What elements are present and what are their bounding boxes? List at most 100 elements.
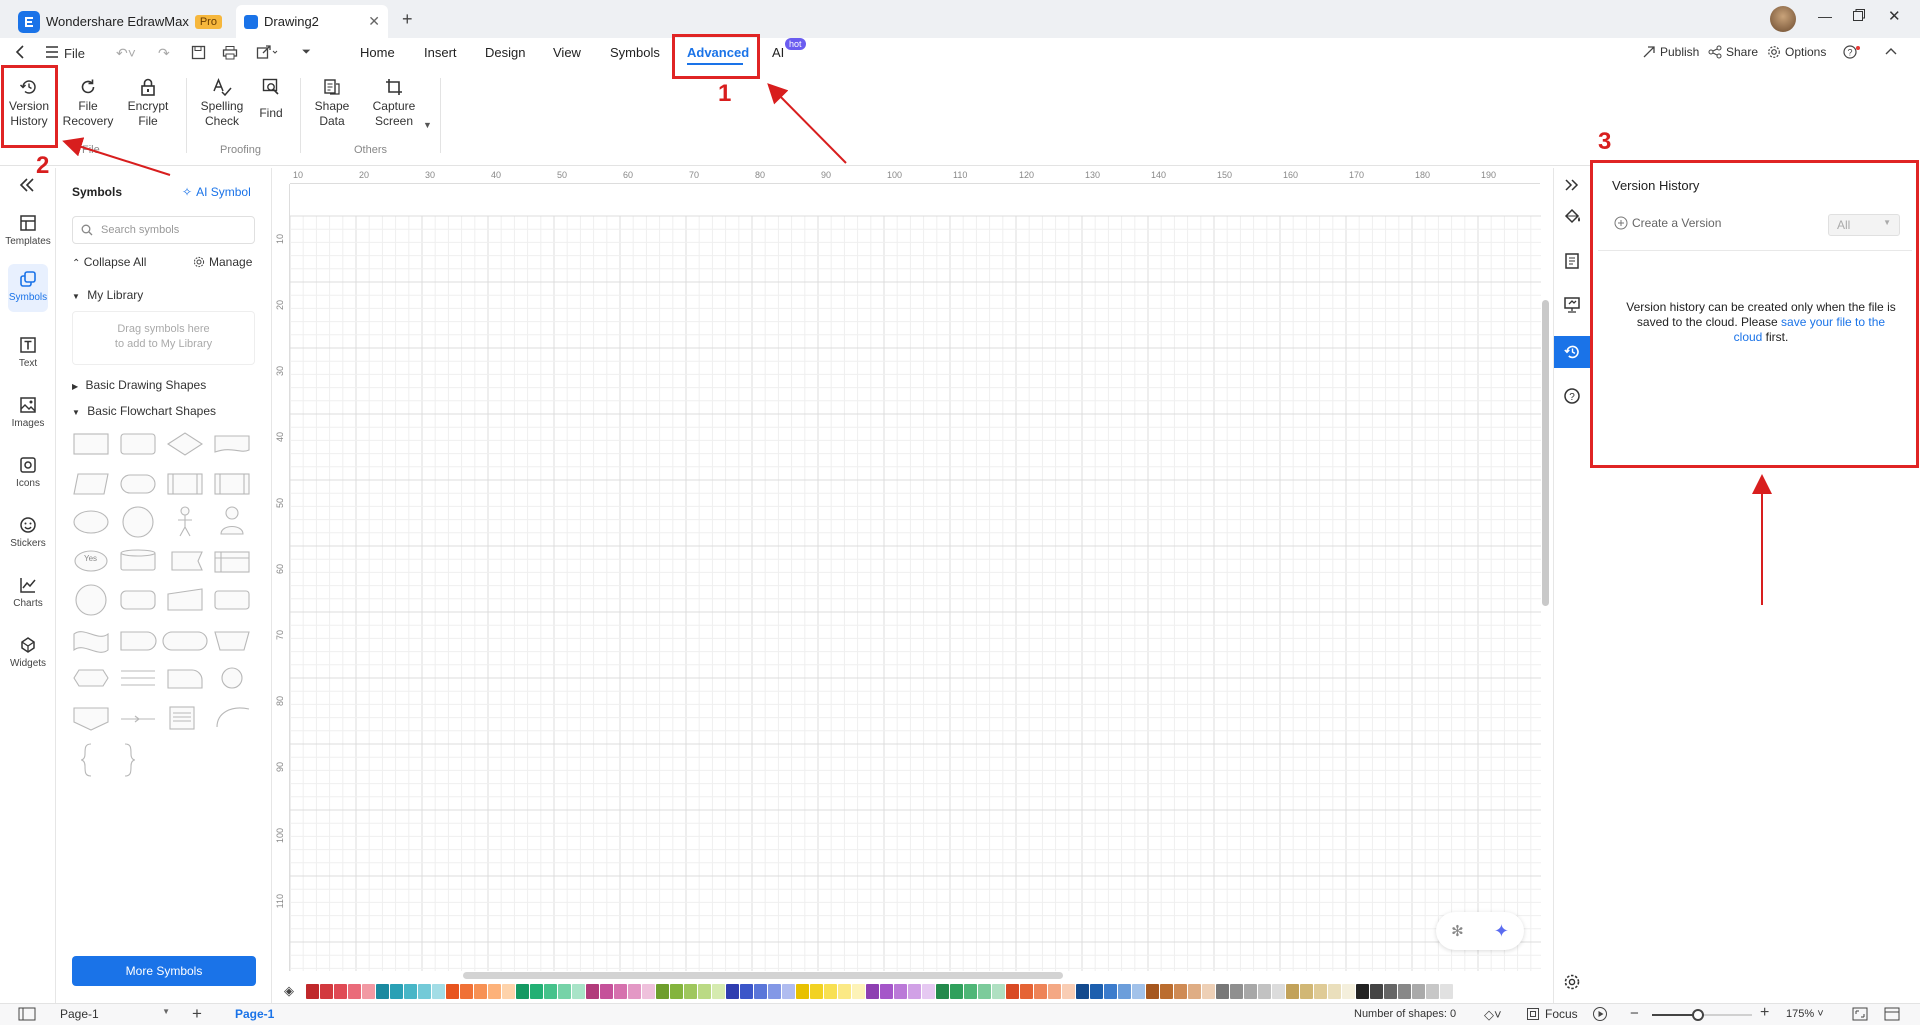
zoom-slider-thumb[interactable]: [1692, 1009, 1704, 1021]
color-swatch[interactable]: [838, 983, 851, 999]
expand-panel-icon[interactable]: [1565, 179, 1579, 191]
color-swatch[interactable]: [1412, 983, 1425, 999]
color-swatch[interactable]: [782, 983, 795, 999]
save-icon[interactable]: [191, 45, 206, 60]
more-dropdown-icon[interactable]: ⏷: [302, 46, 311, 59]
color-swatch[interactable]: [446, 983, 459, 999]
color-swatch[interactable]: [1076, 983, 1089, 999]
color-swatch[interactable]: [1188, 983, 1201, 999]
drawing-canvas[interactable]: [273, 168, 1541, 971]
publish-button[interactable]: Publish: [1642, 45, 1699, 59]
color-swatch[interactable]: [1048, 983, 1061, 999]
color-swatch[interactable]: [1174, 983, 1187, 999]
color-swatch[interactable]: [572, 983, 585, 999]
color-swatch[interactable]: [432, 983, 445, 999]
hamburger-icon[interactable]: [45, 46, 59, 58]
color-swatch[interactable]: [1286, 983, 1299, 999]
color-swatch[interactable]: [516, 983, 529, 999]
version-filter-select[interactable]: All ▼: [1828, 214, 1900, 236]
layers-icon[interactable]: ◇˅: [1484, 1007, 1502, 1023]
manage-button[interactable]: Manage: [193, 255, 252, 269]
color-swatch[interactable]: [754, 983, 767, 999]
flowchart-shapes-icon[interactable]: [69, 422, 265, 792]
basic-drawing-shapes-section[interactable]: ▶ Basic Drawing Shapes: [72, 378, 206, 392]
file-menu[interactable]: File: [64, 46, 85, 61]
color-swatch[interactable]: [418, 983, 431, 999]
color-swatch[interactable]: [656, 983, 669, 999]
tab-symbols[interactable]: Symbols: [610, 38, 660, 68]
color-swatch[interactable]: [1356, 983, 1369, 999]
sidebar-item-widgets[interactable]: Widgets: [0, 636, 56, 669]
color-swatch[interactable]: [334, 983, 347, 999]
color-swatch[interactable]: [964, 983, 977, 999]
color-swatch[interactable]: [530, 983, 543, 999]
color-swatch[interactable]: [404, 983, 417, 999]
page-properties-icon[interactable]: [1563, 252, 1581, 270]
fill-icon[interactable]: [1563, 208, 1581, 226]
color-swatch[interactable]: [614, 983, 627, 999]
color-swatch[interactable]: [488, 983, 501, 999]
close-window-icon[interactable]: ✕: [1888, 7, 1901, 25]
color-swatch[interactable]: [1062, 983, 1075, 999]
restore-icon[interactable]: [1852, 8, 1866, 22]
color-swatch[interactable]: [1230, 983, 1243, 999]
page-layout-icon[interactable]: [18, 1007, 36, 1021]
help-circle-icon[interactable]: ?: [1563, 387, 1581, 405]
color-swatch[interactable]: [628, 983, 641, 999]
sidebar-item-symbols[interactable]: Symbols: [0, 264, 56, 312]
color-swatch[interactable]: [740, 983, 753, 999]
file-recovery-button[interactable]: File Recovery: [63, 78, 113, 129]
capture-screen-button[interactable]: Capture Screen: [370, 78, 418, 129]
color-swatch[interactable]: [1104, 983, 1117, 999]
color-swatch[interactable]: [460, 983, 473, 999]
loader-icon[interactable]: ✻: [1451, 922, 1464, 940]
basic-flowchart-shapes-section[interactable]: ▼ Basic Flowchart Shapes: [72, 404, 216, 418]
presentation-icon[interactable]: [1563, 296, 1581, 314]
color-swatch[interactable]: [978, 983, 991, 999]
color-swatch[interactable]: [1272, 983, 1285, 999]
document-tab[interactable]: Drawing2 ✕: [236, 5, 388, 38]
color-swatch[interactable]: [1342, 983, 1355, 999]
share-button[interactable]: Share: [1708, 45, 1758, 59]
sidebar-item-templates[interactable]: Templates: [0, 214, 56, 247]
color-swatch[interactable]: [1146, 983, 1159, 999]
color-swatch[interactable]: [390, 983, 403, 999]
fit-page-icon[interactable]: [1852, 1007, 1868, 1021]
settings-icon[interactable]: [1563, 973, 1581, 991]
page-select[interactable]: Page-1 ▼: [60, 1007, 170, 1021]
zoom-out-icon[interactable]: −: [1630, 1005, 1639, 1022]
more-symbols-button[interactable]: More Symbols: [72, 956, 256, 986]
sidebar-item-stickers[interactable]: Stickers: [0, 516, 56, 549]
color-swatch[interactable]: [600, 983, 613, 999]
color-swatch[interactable]: [544, 983, 557, 999]
color-swatch[interactable]: [306, 983, 319, 999]
redo-icon[interactable]: ↷: [158, 45, 170, 62]
undo-icon[interactable]: ↶˅: [116, 45, 136, 62]
color-swatch[interactable]: [1244, 983, 1257, 999]
color-swatch[interactable]: [1020, 983, 1033, 999]
color-swatch[interactable]: [320, 983, 333, 999]
vertical-scrollbar[interactable]: [1542, 300, 1549, 606]
sidebar-item-icons[interactable]: Icons: [0, 456, 56, 489]
color-swatch[interactable]: [502, 983, 515, 999]
color-swatch[interactable]: [922, 983, 935, 999]
color-swatch[interactable]: [810, 983, 823, 999]
play-icon[interactable]: [1592, 1006, 1608, 1022]
fill-bucket-icon[interactable]: ◈: [284, 983, 294, 999]
zoom-level[interactable]: 175% ˅: [1786, 1008, 1824, 1020]
close-tab-icon[interactable]: ✕: [368, 13, 380, 30]
color-swatch[interactable]: [1370, 983, 1383, 999]
color-swatch[interactable]: [1006, 983, 1019, 999]
color-swatch[interactable]: [1398, 983, 1411, 999]
color-swatch[interactable]: [1258, 983, 1271, 999]
ai-sparkle-icon[interactable]: ✦: [1494, 921, 1509, 942]
spelling-check-button[interactable]: Spelling Check: [199, 78, 245, 129]
color-swatch[interactable]: [1118, 983, 1131, 999]
color-swatch[interactable]: [1328, 983, 1341, 999]
color-swatch[interactable]: [1384, 983, 1397, 999]
color-swatch[interactable]: [866, 983, 879, 999]
color-swatch[interactable]: [1034, 983, 1047, 999]
color-swatch[interactable]: [698, 983, 711, 999]
sidebar-item-text[interactable]: Text: [0, 336, 56, 369]
color-swatch[interactable]: [824, 983, 837, 999]
